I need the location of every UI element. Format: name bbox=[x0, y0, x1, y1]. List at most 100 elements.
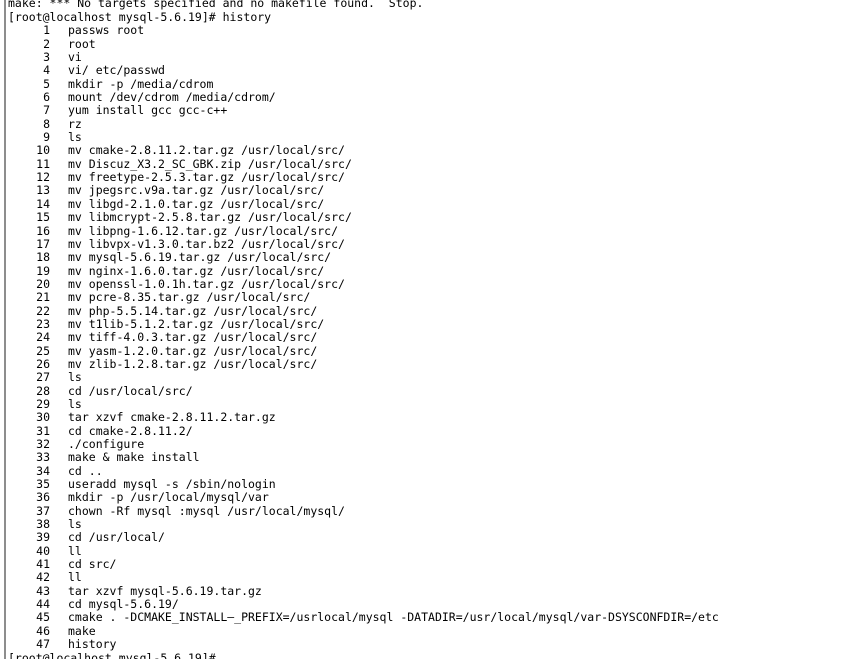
history-entry-command: useradd mysql -s /sbin/nologin bbox=[68, 477, 276, 492]
trailing-prompt-text: [root@localhost mysql-5.6.19]# bbox=[8, 650, 216, 659]
history-entry: 43 tar xzvf mysql-5.6.19.tar.gz bbox=[0, 583, 858, 598]
history-entry: 22 mv php-5.5.14.tar.gz /usr/local/src/ bbox=[0, 303, 858, 318]
history-entry-number: 21 bbox=[36, 290, 50, 305]
history-entry: 15 mv libmcrypt-2.5.8.tar.gz /usr/local/s… bbox=[0, 210, 858, 225]
history-entry-number: 6 bbox=[43, 90, 50, 105]
history-entry-number: 15 bbox=[36, 210, 50, 225]
history-entry-number: 17 bbox=[36, 236, 50, 251]
history-entry-command: mkdir -p /media/cdrom bbox=[68, 76, 214, 91]
history-entry-command: cd src/ bbox=[68, 557, 117, 572]
history-entry-number: 7 bbox=[43, 103, 50, 118]
history-entry: 1 passws root bbox=[0, 23, 858, 38]
history-entry-number: 12 bbox=[36, 170, 50, 185]
history-entry: 28 cd /usr/local/src/ bbox=[0, 383, 858, 398]
history-entry: 3 vi bbox=[0, 50, 858, 65]
history-entry-number: 29 bbox=[36, 396, 50, 411]
history-entry-command: ls bbox=[68, 396, 82, 411]
history-entry-command: chown -Rf mysql :mysql /usr/local/mysql/ bbox=[68, 503, 345, 518]
history-entry: 44 cd mysql-5.6.19/ bbox=[0, 597, 858, 611]
history-entry-command: mv freetype-2.5.3.tar.gz /usr/local/src/ bbox=[68, 170, 345, 185]
history-entry-command: tar xzvf cmake-2.8.11.2.tar.gz bbox=[68, 410, 276, 425]
history-entry: 45 cmake . -DCMAKE_INSTALL—_PREFIX=/usrlo… bbox=[0, 610, 858, 625]
history-entry: 23 mv t1lib-5.1.2.tar.gz /usr/local/src/ bbox=[0, 316, 858, 331]
history-entry-number: 26 bbox=[36, 356, 50, 371]
history-entry-command: ls bbox=[68, 370, 82, 385]
history-entry-command: cd /usr/local/src/ bbox=[68, 383, 193, 398]
history-entry: 8 rz bbox=[0, 116, 858, 131]
history-entry: 20 mv openssl-1.0.1h.tar.gz /usr/local/sr… bbox=[0, 276, 858, 291]
history-entry-command: mv libvpx-v1.3.0.tar.bz2 /usr/local/src/ bbox=[68, 236, 345, 251]
history-entry-number: 34 bbox=[36, 463, 50, 478]
history-entry: 9 ls bbox=[0, 130, 858, 144]
terminal-screen[interactable]: make: *** No targets specified and no ma… bbox=[0, 0, 858, 659]
history-entry-command: mkdir -p /usr/local/mysql/var bbox=[68, 490, 269, 505]
trailing-prompt[interactable]: [root@localhost mysql-5.6.19]# bbox=[0, 650, 858, 659]
history-entry-command: tar xzvf mysql-5.6.19.tar.gz bbox=[68, 583, 262, 598]
history-entry: 13 mv jpegsrc.v9a.tar.gz /usr/local/src/ bbox=[0, 183, 858, 198]
history-entry-command: mv libpng-1.6.12.tar.gz /usr/local/src/ bbox=[68, 223, 339, 238]
history-entry: 21 mv pcre-8.35.tar.gz /usr/local/src/ bbox=[0, 290, 858, 305]
history-entry-command: make & make install bbox=[68, 450, 200, 465]
history-entry-command: mv openssl-1.0.1h.tar.gz /usr/local/src/ bbox=[68, 276, 345, 291]
history-entry: 46 make bbox=[0, 623, 858, 638]
history-entry-command: mv tiff-4.0.3.tar.gz /usr/local/src/ bbox=[68, 330, 318, 345]
history-entry-number: 11 bbox=[36, 156, 50, 171]
history-entry-command: passws root bbox=[68, 23, 145, 38]
history-entry-number: 1 bbox=[43, 23, 50, 38]
history-entry-command: mv pcre-8.35.tar.gz /usr/local/src/ bbox=[68, 290, 311, 305]
history-entry-command: mv nginx-1.6.0.tar.gz /usr/local/src/ bbox=[68, 263, 325, 278]
history-entry-number: 33 bbox=[36, 450, 50, 465]
history-entry: 39 cd /usr/local/ bbox=[0, 530, 858, 545]
history-entry-number: 31 bbox=[36, 423, 50, 438]
history-entry: 31 cd cmake-2.8.11.2/ bbox=[0, 423, 858, 438]
history-entry: 36 mkdir -p /usr/local/mysql/var bbox=[0, 490, 858, 505]
history-entry-number: 8 bbox=[43, 116, 50, 131]
history-entry-number: 25 bbox=[36, 343, 50, 358]
history-entry: 25 mv yasm-1.2.0.tar.gz /usr/local/src/ bbox=[0, 343, 858, 358]
history-entry-command: cd .. bbox=[68, 463, 103, 478]
history-entry-number: 41 bbox=[36, 557, 50, 572]
history-entry-number: 23 bbox=[36, 316, 50, 331]
history-entry-number: 14 bbox=[36, 196, 50, 211]
history-entry-number: 32 bbox=[36, 437, 50, 451]
history-entry: 27 ls bbox=[0, 370, 858, 385]
history-entry-number: 46 bbox=[36, 623, 50, 638]
history-entry-command: mv mysql-5.6.19.tar.gz /usr/local/src/ bbox=[68, 250, 332, 265]
history-entry-number: 18 bbox=[36, 250, 50, 265]
history-entry: 26 mv zlib-1.2.8.tar.gz /usr/local/src/ bbox=[0, 356, 858, 371]
history-entry: 47 history bbox=[0, 637, 858, 651]
history-command-text: [root@localhost mysql-5.6.19]# history bbox=[8, 10, 272, 24]
history-entry-command: cmake . -DCMAKE_INSTALL—_PREFIX=/usrloca… bbox=[68, 610, 719, 625]
history-entry-command: mv zlib-1.2.8.tar.gz /usr/local/src/ bbox=[68, 356, 318, 371]
history-entry: 5 mkdir -p /media/cdrom bbox=[0, 76, 858, 91]
history-entry-number: 20 bbox=[36, 276, 50, 291]
history-entry-command: vi bbox=[68, 50, 82, 65]
history-entry: 40 ll bbox=[0, 543, 858, 558]
make-error-text: make: *** No targets specified and no ma… bbox=[8, 0, 424, 10]
history-entry-number: 27 bbox=[36, 370, 50, 385]
history-entry-command: mv yasm-1.2.0.tar.gz /usr/local/src/ bbox=[68, 343, 318, 358]
history-entry: 24 mv tiff-4.0.3.tar.gz /usr/local/src/ bbox=[0, 330, 858, 345]
history-entry-command: mv cmake-2.8.11.2.tar.gz /usr/local/src/ bbox=[68, 143, 345, 158]
history-entry: 18 mv mysql-5.6.19.tar.gz /usr/local/src/ bbox=[0, 250, 858, 265]
history-entry-number: 39 bbox=[36, 530, 50, 545]
history-entry: 17 mv libvpx-v1.3.0.tar.bz2 /usr/local/sr… bbox=[0, 236, 858, 251]
history-entry-command: mv php-5.5.14.tar.gz /usr/local/src/ bbox=[68, 303, 318, 318]
history-entry: 38 ls bbox=[0, 517, 858, 531]
history-entry-command: mv libgd-2.1.0.tar.gz /usr/local/src/ bbox=[68, 196, 325, 211]
terminal-window[interactable]: make: *** No targets specified and no ma… bbox=[0, 0, 858, 659]
history-entry-number: 24 bbox=[36, 330, 50, 345]
history-entry-command: ll bbox=[68, 543, 82, 558]
history-entry-number: 45 bbox=[36, 610, 50, 625]
history-entry-number: 3 bbox=[43, 50, 50, 65]
history-entry-number: 16 bbox=[36, 223, 50, 238]
history-entry-number: 42 bbox=[36, 570, 50, 585]
history-entry: 16 mv libpng-1.6.12.tar.gz /usr/local/src… bbox=[0, 223, 858, 238]
history-entry: 37 chown -Rf mysql :mysql /usr/local/mysq… bbox=[0, 503, 858, 518]
history-entry-number: 36 bbox=[36, 490, 50, 505]
history-entry: 35 useradd mysql -s /sbin/nologin bbox=[0, 477, 858, 492]
history-entry: 4 vi/ etc/passwd bbox=[0, 64, 858, 78]
history-entry-number: 13 bbox=[36, 183, 50, 198]
history-entry-command: ll bbox=[68, 570, 82, 585]
history-list: 1 passws root 2 root 3 vi 4 vi/ etc/passwd 5 mkdi… bbox=[0, 23, 858, 651]
